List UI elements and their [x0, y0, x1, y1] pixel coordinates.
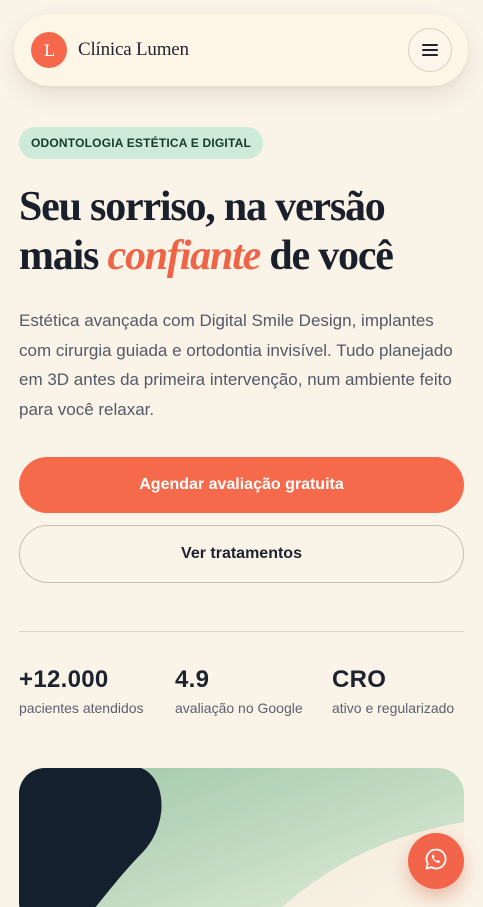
stat-value: +12.000	[19, 666, 109, 693]
logo-mark[interactable]: L	[31, 32, 67, 68]
site-header: L Clínica Lumen	[14, 14, 468, 86]
menu-button[interactable]	[408, 28, 452, 72]
stat-label: avaliação no Google	[175, 700, 303, 716]
stat-label: ativo e regularizado	[332, 700, 455, 716]
view-treatments-button[interactable]: Ver tratamentos	[19, 525, 464, 583]
stat-value: CRO	[332, 666, 387, 693]
brand-name[interactable]: Clínica Lumen	[78, 39, 189, 61]
headline-accent: confiante	[107, 233, 262, 279]
schedule-evaluation-button[interactable]: Agendar avaliação gratuita	[19, 457, 464, 513]
stat-patients: +12.000 pacientes atendidos	[19, 666, 144, 716]
whatsapp-icon	[424, 847, 448, 875]
hero-description: Estética avançada com Digital Smile Desi…	[19, 311, 453, 419]
logo-letter: L	[43, 40, 55, 60]
stat-rating: 4.9 avaliação no Google	[175, 666, 303, 716]
stat-label: pacientes atendidos	[19, 700, 144, 716]
headline-part-2: de você	[260, 233, 394, 279]
hamburger-menu-icon	[422, 44, 438, 56]
stat-cro: CRO ativo e regularizado	[332, 666, 454, 716]
hero-image	[19, 768, 464, 907]
whatsapp-button[interactable]	[408, 833, 464, 889]
category-badge: ODONTOLOGIA ESTÉTICA E DIGITAL	[19, 127, 263, 159]
hero-headline: Seu sorriso, na versão mais confiante de…	[19, 183, 469, 281]
section-divider	[19, 631, 464, 632]
stat-value: 4.9	[175, 666, 210, 693]
